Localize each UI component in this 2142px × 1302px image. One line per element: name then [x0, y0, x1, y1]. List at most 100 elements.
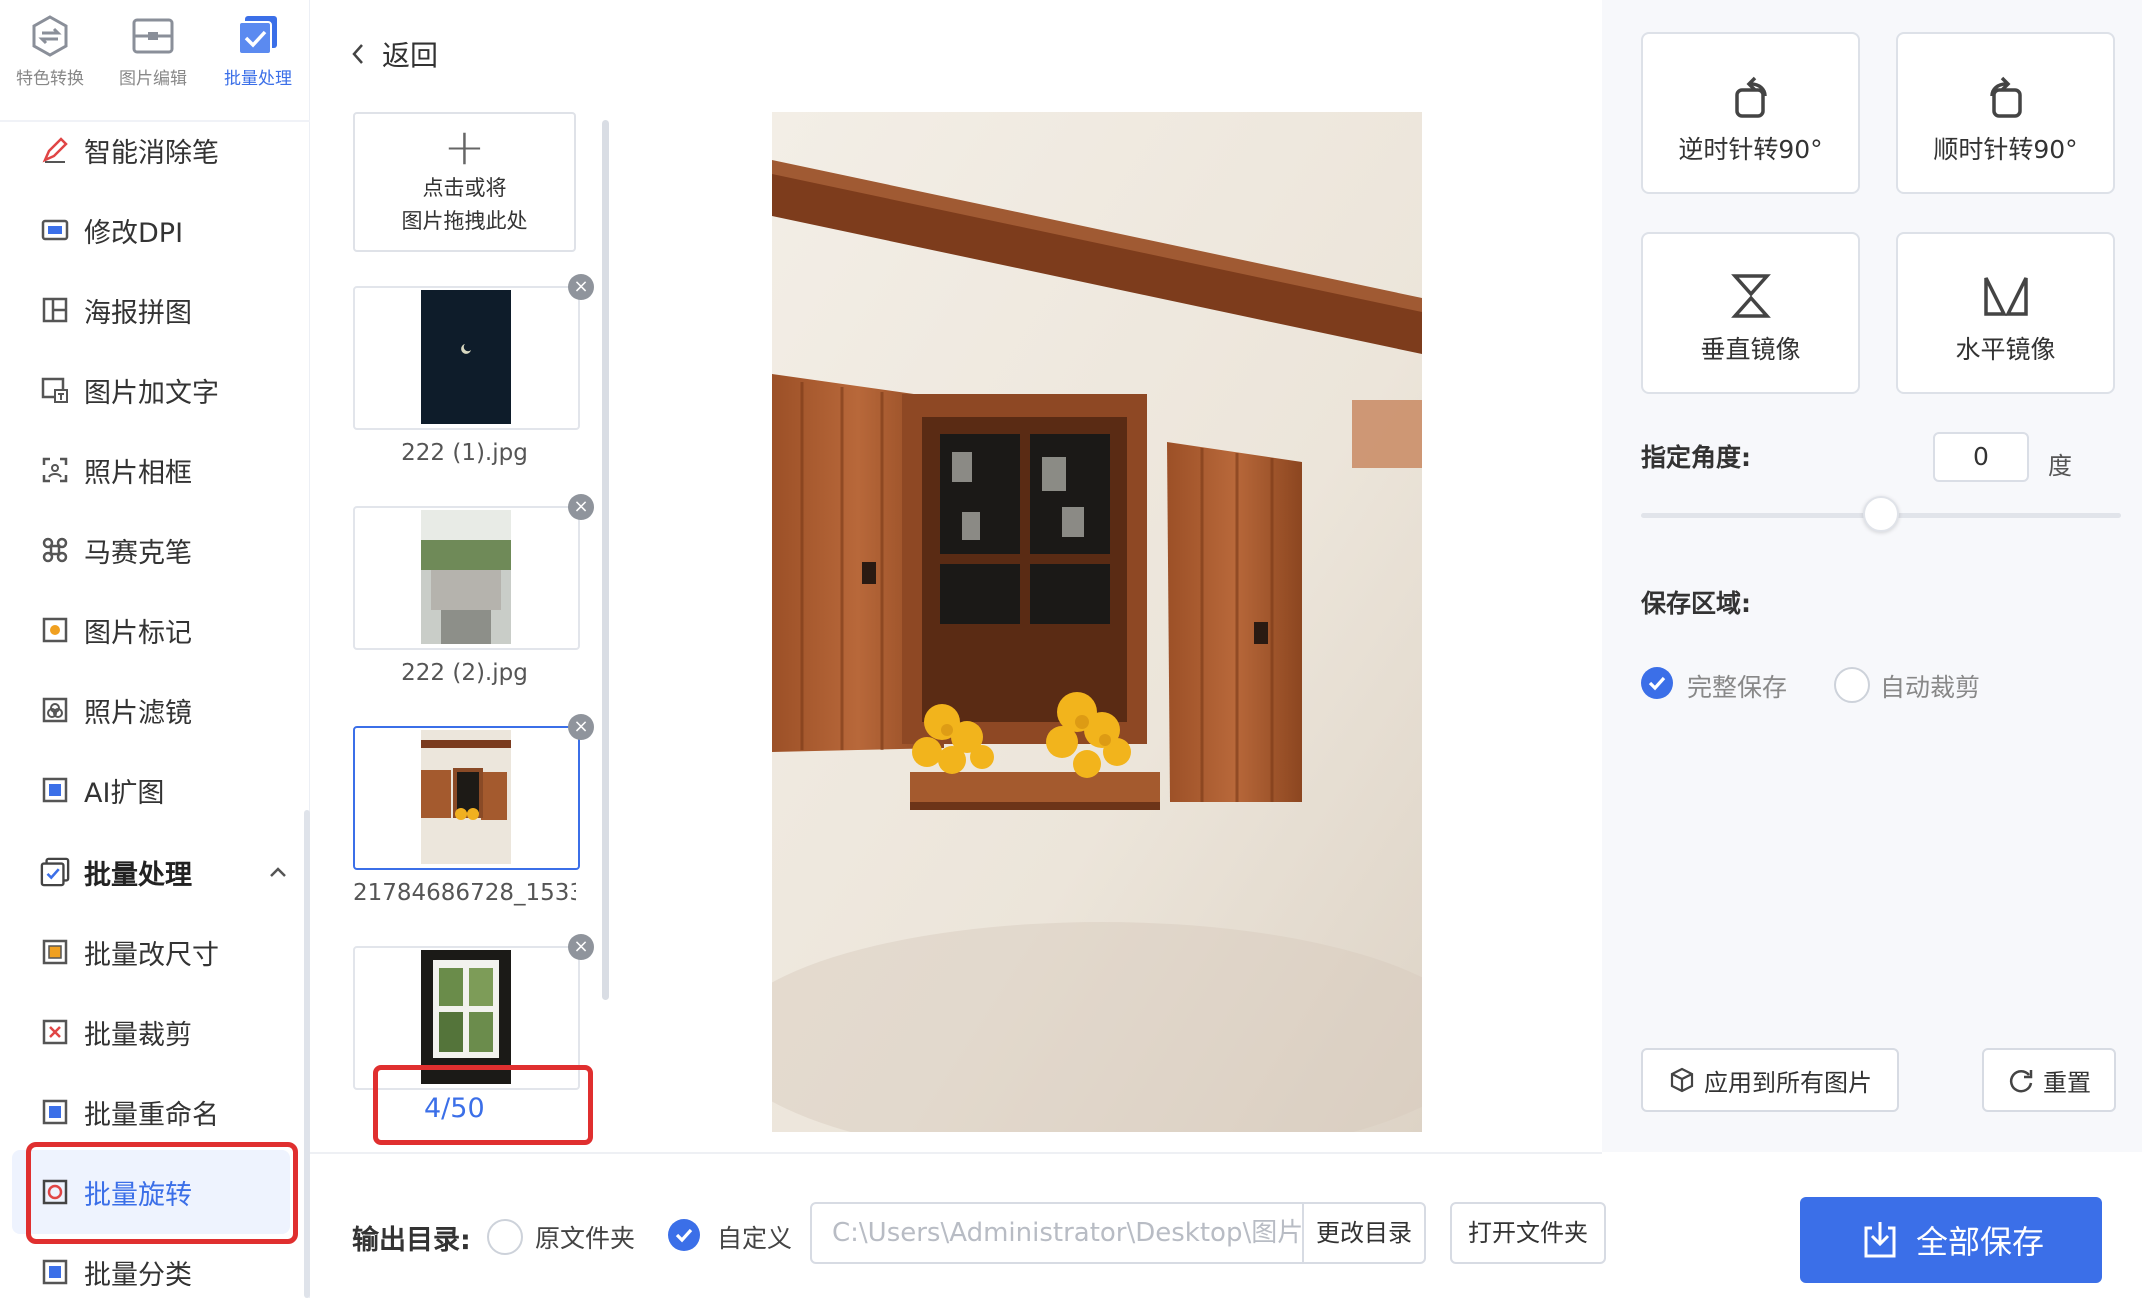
sidebar-item-label: 图片加文字: [84, 377, 219, 409]
eraser-pen-icon: [40, 135, 70, 165]
sidebar-item-image-mark[interactable]: 图片标记: [40, 600, 192, 660]
dpi-icon: [40, 215, 70, 245]
apply-to-all-button[interactable]: 应用到所有图片: [1641, 1048, 1899, 1112]
sidebar-item-batch-resize[interactable]: 批量改尺寸: [40, 922, 219, 982]
output-dir-label: 输出目录:: [352, 1225, 471, 1256]
add-text-icon: [40, 375, 70, 405]
sidebar-item-photo-filter[interactable]: 照片滤镜: [40, 680, 192, 740]
tab-label: 特色转换: [16, 69, 84, 89]
angle-slider-handle[interactable]: [1863, 496, 1899, 532]
filter-icon: [40, 695, 70, 725]
download-icon: [1864, 1222, 1896, 1258]
tool-label: 顺时针转90°: [1933, 135, 2078, 164]
tab-label: 批量处理: [224, 69, 292, 89]
sidebar-item-batch-classify[interactable]: 批量分类: [40, 1242, 192, 1302]
sidebar-item-label: 图片标记: [84, 617, 192, 649]
radio-original-folder-label[interactable]: 原文件夹: [535, 1219, 635, 1255]
angle-input[interactable]: 0: [1933, 432, 2029, 482]
tool-label: 逆时针转90°: [1678, 135, 1823, 164]
batch-check-icon: [40, 857, 70, 887]
thumbnail-filename: 222 (2).jpg: [401, 660, 528, 686]
sidebar-scrollbar[interactable]: [304, 810, 310, 1298]
flip-horizontal-icon: [1983, 277, 2028, 316]
radio-custom-label[interactable]: 自定义: [717, 1219, 792, 1255]
flip-vertical-button[interactable]: 垂直镜像: [1641, 232, 1860, 394]
open-folder-button[interactable]: 打开文件夹: [1450, 1202, 1606, 1264]
sidebar-item-photo-frame[interactable]: 照片相框: [40, 440, 192, 500]
sidebar-item-label: 批量重命名: [84, 1099, 219, 1131]
classify-icon: [40, 1257, 70, 1287]
sidebar-item-label: 批量分类: [84, 1259, 192, 1291]
remove-icon[interactable]: ×: [568, 274, 594, 300]
thumbnail-image: [421, 730, 511, 864]
check-icon: [675, 1228, 693, 1243]
cube-icon: [1670, 1067, 1694, 1093]
add-image-dropzone[interactable]: + 点击或将 图片拖拽此处: [353, 112, 576, 252]
thumbnail-card[interactable]: ×: [353, 274, 594, 430]
edit-image-icon: [132, 18, 174, 54]
sidebar-item-label: 马赛克笔: [84, 537, 192, 569]
save-all-button[interactable]: 全部保存: [1800, 1197, 2102, 1283]
dropzone-line1: 点击或将: [422, 176, 507, 200]
dropzone-line2: 图片拖拽此处: [401, 209, 528, 233]
output-path-input[interactable]: C:\Users\Administrator\Desktop\图片: [810, 1202, 1304, 1264]
thumbnail-image: [421, 950, 511, 1084]
sidebar-item-mosaic-pen[interactable]: 马赛克笔: [40, 520, 192, 580]
batch-check-icon: [238, 16, 277, 55]
sidebar-item-modify-dpi[interactable]: 修改DPI: [40, 200, 183, 260]
thumbnail-scrollbar[interactable]: [602, 120, 609, 1000]
rotate-ccw-icon: [1734, 76, 1767, 118]
tab-image-edit[interactable]: 图片编辑: [103, 14, 203, 104]
sidebar-item-label: 海报拼图: [84, 297, 192, 329]
sidebar-item-poster-collage[interactable]: 海报拼图: [40, 280, 192, 340]
back-label: 返回: [382, 39, 439, 72]
rotate-ccw-button[interactable]: 逆时针转90°: [1641, 32, 1860, 194]
tab-label: 图片编辑: [119, 69, 187, 89]
bottom-divider: [310, 1152, 1602, 1154]
change-directory-button[interactable]: 更改目录: [1302, 1202, 1426, 1264]
save-all-label: 全部保存: [1915, 1223, 2044, 1261]
resize-icon: [40, 937, 70, 967]
angle-unit: 度: [2048, 452, 2072, 480]
image-counter: 4/50: [424, 1093, 485, 1124]
thumbnail-card[interactable]: ×: [353, 494, 594, 650]
tab-batch-process[interactable]: 批量处理: [208, 14, 308, 104]
thumbnail-card-selected[interactable]: ×: [353, 714, 594, 870]
remove-icon[interactable]: ×: [568, 494, 594, 520]
flip-vertical-icon: [1730, 274, 1771, 318]
sidebar-item-label: 照片滤镜: [84, 697, 192, 729]
tool-label: 水平镜像: [1955, 335, 2056, 364]
sidebar-item-ai-expand[interactable]: AI扩图: [40, 760, 164, 820]
check-icon: [1648, 676, 1666, 691]
thumbnail-image: [421, 510, 511, 644]
refresh-icon: [2009, 1070, 2033, 1093]
collage-icon: [40, 295, 70, 325]
sidebar-group-batch-process[interactable]: 批量处理: [40, 842, 192, 902]
flip-horizontal-button[interactable]: 水平镜像: [1896, 232, 2115, 394]
sidebar-item-batch-crop[interactable]: 批量裁剪: [40, 1002, 192, 1062]
radio-custom[interactable]: [668, 1219, 700, 1251]
rotate-cw-button[interactable]: 顺时针转90°: [1896, 32, 2115, 194]
sidebar-item-batch-rename[interactable]: 批量重命名: [40, 1082, 219, 1142]
sidebar-item-label: 智能消除笔: [84, 137, 219, 169]
radio-auto-crop[interactable]: [1834, 667, 1870, 703]
reset-button[interactable]: 重置: [1982, 1048, 2116, 1112]
radio-original-folder[interactable]: [487, 1219, 523, 1255]
back-button[interactable]: 返回: [350, 34, 438, 74]
chevron-up-icon[interactable]: [266, 861, 290, 885]
sidebar-item-label: AI扩图: [84, 777, 165, 809]
radio-full-save-label[interactable]: 完整保存: [1687, 668, 1787, 704]
apply-to-all-label: 应用到所有图片: [1704, 1068, 1872, 1097]
ai-expand-icon: [40, 775, 70, 805]
sidebar-item-add-text[interactable]: 图片加文字: [40, 360, 219, 420]
thumbnail-filename: 21784686728_1533...: [353, 880, 576, 906]
radio-full-save[interactable]: [1641, 667, 1673, 699]
tool-label: 垂直镜像: [1700, 335, 1801, 364]
reset-label: 重置: [2043, 1068, 2091, 1097]
remove-icon[interactable]: ×: [568, 934, 594, 960]
remove-icon[interactable]: ×: [568, 714, 594, 740]
sidebar-item-smart-eraser[interactable]: 智能消除笔: [40, 120, 219, 180]
sidebar-item-label: 修改DPI: [84, 217, 184, 249]
tab-special-convert[interactable]: 特色转换: [0, 14, 100, 104]
radio-auto-crop-label[interactable]: 自动裁剪: [1880, 668, 1980, 704]
